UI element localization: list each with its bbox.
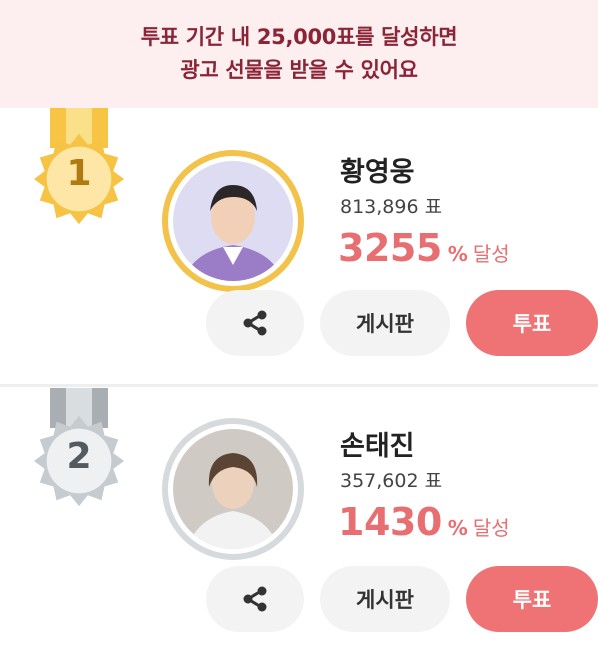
candidate-name: 손태진	[340, 431, 415, 462]
percent-symbol: %	[447, 242, 468, 266]
candidate-card-2: 2 손태진 357,602 표 1430 % 달성 게시판 투표	[0, 388, 598, 648]
banner-line-2: 광고 선물을 받을 수 있어요	[180, 58, 418, 82]
avatar	[162, 150, 304, 292]
vote-button[interactable]: 투표	[466, 566, 598, 632]
achievement-label: 달성	[472, 242, 510, 266]
achievement-rate: 1430 % 달성	[338, 500, 510, 544]
share-button[interactable]	[206, 290, 304, 356]
vote-count: 813,896 표	[340, 192, 442, 219]
vote-count-unit: 표	[424, 196, 443, 218]
achievement-label: 달성	[472, 516, 510, 540]
share-icon	[243, 310, 267, 336]
achievement-percent: 1430	[338, 500, 442, 544]
vote-button[interactable]: 투표	[466, 290, 598, 356]
candidate-card-1: 1 황영웅 813,896 표 3255 % 달성 게시판 투표	[0, 108, 598, 368]
gold-medal-icon: 1	[30, 108, 128, 228]
rank-number: 2	[66, 436, 92, 477]
share-icon	[243, 586, 267, 612]
vote-count-unit: 표	[424, 470, 443, 492]
candidate-name: 황영웅	[340, 157, 415, 188]
silver-medal-icon: 2	[30, 388, 128, 510]
banner-line-1: 투표 기간 내 25,000표를 달성하면	[140, 25, 458, 49]
share-button[interactable]	[206, 566, 304, 632]
board-button[interactable]: 게시판	[320, 566, 450, 632]
rank-number: 1	[66, 153, 92, 194]
goal-banner: 투표 기간 내 25,000표를 달성하면 광고 선물을 받을 수 있어요	[0, 0, 598, 108]
board-button[interactable]: 게시판	[320, 290, 450, 356]
avatar	[162, 418, 304, 560]
achievement-percent: 3255	[338, 226, 442, 270]
card-divider	[0, 384, 598, 387]
vote-count-number: 357,602	[340, 470, 419, 492]
vote-count-number: 813,896	[340, 196, 419, 218]
percent-symbol: %	[447, 516, 468, 540]
vote-count: 357,602 표	[340, 466, 442, 493]
achievement-rate: 3255 % 달성	[338, 226, 510, 270]
